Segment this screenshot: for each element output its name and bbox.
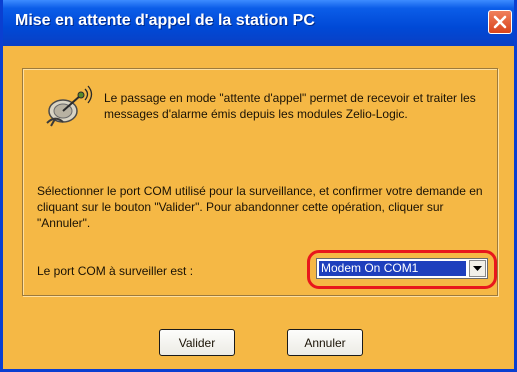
com-port-selected-value: Modem On COM1: [319, 261, 466, 276]
satellite-dish-icon: [46, 85, 93, 127]
chevron-down-icon: [473, 265, 482, 271]
info-groupbox: Le passage en mode "attente d'appel" per…: [22, 68, 498, 296]
window-title: Mise en attente d'appel de la station PC: [15, 12, 315, 29]
intro-text: Le passage en mode "attente d'appel" per…: [104, 91, 476, 121]
port-label: Le port COM à surveiller est :: [37, 264, 194, 278]
dropdown-button[interactable]: [469, 260, 486, 277]
instruction-text: Sélectionner le port COM utilisé pour la…: [37, 184, 483, 230]
dialog-window: Mise en attente d'appel de la station PC…: [0, 0, 517, 372]
title-bar[interactable]: Mise en attente d'appel de la station PC: [3, 0, 514, 46]
close-icon: [493, 15, 507, 29]
com-port-select[interactable]: Modem On COM1: [316, 258, 488, 279]
validate-button[interactable]: Valider: [159, 329, 235, 356]
dialog-content: Le passage en mode "attente d'appel" per…: [3, 46, 514, 369]
cancel-button[interactable]: Annuler: [287, 329, 363, 356]
close-button[interactable]: [488, 10, 512, 34]
